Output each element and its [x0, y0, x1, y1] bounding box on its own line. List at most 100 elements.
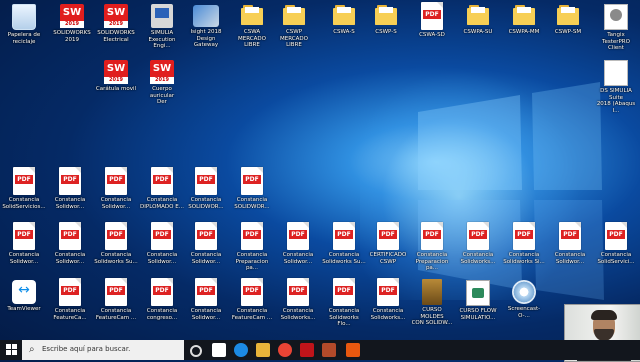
search-placeholder: Escribe aquí para buscar. — [42, 345, 131, 353]
desktop-icon[interactable]: PDF Constancia Solidworks Su... — [322, 222, 366, 265]
desktop-icon[interactable]: PDF Constancia DIPLOMADO E... — [140, 167, 184, 210]
desktop-icon-label: Constancia Solidwor... — [190, 252, 222, 265]
desktop-icon[interactable]: SIMULIA Execution Engi... — [140, 2, 184, 50]
desktop-icon-label: CURSO FLOW SIMULATIO... — [459, 308, 497, 321]
desktop-icon[interactable]: PDF Constancia Solidwor... — [48, 222, 92, 265]
desktop-icon[interactable]: DS SIMULIA Suite 2018 (Abaqus I... — [594, 58, 638, 114]
desktop-icon[interactable]: PDF Constancia Solidwor... — [140, 222, 184, 265]
pdf-file-icon: PDF — [59, 167, 81, 195]
desktop-icon-label: SIMULIA Execution Engi... — [148, 30, 176, 49]
desktop-icon-label: CSWA MERCADO LIBRE — [238, 29, 266, 48]
sw-logo-text: SW — [106, 63, 126, 74]
pdf-file-icon: PDF — [513, 222, 535, 250]
desktop-icon[interactable]: CURSO FLOW SIMULATIO... — [456, 278, 500, 321]
pdf-tag: PDF — [197, 286, 215, 295]
desktop-icon[interactable]: PDF Constancia congreso... — [140, 278, 184, 321]
desktop-icon-label: Constancia DIPLOMADO E... — [140, 197, 184, 210]
app-taskbar-icon[interactable] — [322, 343, 336, 357]
desktop-icon[interactable]: Isight 2018 Design Gateway — [184, 2, 228, 49]
desktop-icon[interactable]: SW 2019 Cuerpo auricular Der — [140, 58, 184, 106]
desktop-icon[interactable]: PDF Constancia Solidworks... — [456, 222, 500, 265]
desktop-icon[interactable]: PDF Constancia SOLIDWOR... — [230, 167, 274, 210]
desktop-icon[interactable]: PDF Constancia FeatureCa... — [48, 278, 92, 321]
desktop-icon[interactable]: PDF Constancia Solidwor... — [184, 278, 228, 321]
edge-icon[interactable] — [234, 343, 248, 357]
pdf-file-icon: PDF — [241, 167, 263, 195]
desktop-icon[interactable]: Screencast-O-... — [502, 278, 546, 319]
chrome-icon[interactable] — [278, 343, 292, 357]
desktop-icon[interactable]: PDF Constancia Solidworks Su... — [94, 222, 138, 265]
desktop-icon[interactable]: PDF Constancia FeatureCam ... — [230, 278, 274, 321]
desktop-icon-label: Constancia SolidServicios... — [2, 197, 46, 210]
pdf-file-icon: PDF — [377, 222, 399, 250]
pdf-tag: PDF — [379, 286, 397, 295]
desktop-icon[interactable]: PDF Constancia SolidServici... — [594, 222, 638, 265]
desktop-icon[interactable]: PDF Constancia SOLIDWOR... — [184, 167, 228, 210]
desktop-icon[interactable]: PDF Constancia Solidworks... — [276, 278, 320, 321]
pdf-file-icon: PDF — [377, 278, 399, 306]
desktop-icon[interactable]: PDF Constancia Solidworks Flo... — [322, 278, 366, 328]
desktop-icon[interactable]: PDF Constancia Preparacion pa... — [410, 222, 454, 272]
desktop-icon-label: Constancia Solidwor... — [190, 308, 222, 321]
desktop-icon[interactable]: TeamViewer — [2, 278, 46, 313]
desktop-icon[interactable]: PDF Constancia Solidworks... — [366, 278, 410, 321]
desktop-icon-label: Constancia Solidworks... — [370, 308, 406, 321]
pdf-tag: PDF — [243, 286, 261, 295]
file-explorer-icon[interactable] — [256, 343, 270, 357]
tangix-icon — [604, 4, 628, 30]
pdf-file-icon: PDF — [333, 222, 355, 250]
desktop-icon[interactable]: CSWA MERCADO LIBRE — [230, 2, 274, 49]
desktop-icon[interactable]: CSWPA-MM — [502, 2, 546, 36]
pdf-tag: PDF — [335, 230, 353, 239]
folder-icon — [467, 5, 489, 27]
search-box[interactable]: ⌕ Escribe aquí para buscar. — [22, 340, 184, 360]
desktop-icon[interactable]: CSWP-S — [364, 2, 408, 36]
desktop-icon[interactable]: SW 2019 SOLIDWORKS Electrical — [94, 2, 138, 43]
desktop-icon[interactable]: PDF Constancia Solidwor... — [48, 167, 92, 210]
desktop-icon[interactable]: PDF Constancia FeatureCam ... — [94, 278, 138, 321]
start-button[interactable] — [0, 340, 22, 360]
desktop-icon-label: Constancia FeatureCa... — [53, 308, 87, 321]
desktop-icon[interactable]: CSWPA-SU — [456, 2, 500, 36]
desktop-icon[interactable]: Papelera de reciclaje — [2, 2, 46, 45]
desktop-icon-label: Constancia FeatureCam ... — [231, 308, 273, 321]
desktop-icon[interactable]: PDF Constancia SolidServicios... — [2, 167, 46, 210]
desktop-icon[interactable]: PDF Constancia Solidworks Si... — [502, 222, 546, 265]
desktop-icon[interactable]: PDF CSWA-SD — [410, 2, 454, 39]
solidworks-taskbar-icon[interactable] — [300, 343, 314, 357]
pdf-tag: PDF — [61, 175, 79, 184]
desktop-icon[interactable]: PDF Constancia Solidwor... — [94, 167, 138, 210]
desktop-icon-label: Constancia Preparacion pa... — [415, 252, 449, 271]
desktop-icon[interactable]: PDF Constancia Solidwor... — [184, 222, 228, 265]
desktop-icon[interactable]: PDF Constancia Solidwor... — [548, 222, 592, 265]
task-view-icon[interactable] — [190, 345, 202, 357]
desktop-icon-label: Constancia Solidworks Su... — [322, 252, 366, 265]
desktop-icon-label: SOLIDWORKS Electrical — [97, 30, 135, 43]
desktop-icon-label: CSWP-S — [375, 29, 397, 35]
desktop-icon[interactable]: PDF Constancia Solidwor... — [2, 222, 46, 265]
pdf-tag: PDF — [243, 175, 261, 184]
desktop-icon-label: CSWP-SM — [554, 29, 582, 35]
pdf-tag: PDF — [515, 230, 533, 239]
desktop-icon[interactable]: Tangix TesterPRO Client — [594, 2, 638, 52]
desktop-icon[interactable]: PDF CERTIFICADO CSWP — [366, 222, 410, 265]
desktop-icon-label: Constancia Solidwor... — [8, 252, 40, 265]
desktop-icon[interactable]: PDF Constancia Preparacion pa... — [230, 222, 274, 272]
pdf-tag: PDF — [153, 230, 171, 239]
desktop-icon[interactable]: CSWA-S — [322, 2, 366, 36]
task-view-button[interactable] — [212, 343, 226, 357]
pdf-tag: PDF — [423, 10, 441, 19]
desktop-icon[interactable]: SW 2019 Carátula movil — [94, 58, 138, 93]
desktop-icon[interactable]: PDF Constancia Solidwor... — [276, 222, 320, 265]
pdf-file-icon: PDF — [421, 2, 443, 30]
desktop-icon[interactable]: CURSO MOLDES CON SOLIDW... — [410, 278, 454, 327]
pdf-tag: PDF — [15, 175, 33, 184]
desktop-icon[interactable]: SW 2019 SOLIDWORKS 2019 — [50, 2, 94, 43]
sw-year: 2019 — [60, 21, 84, 28]
solidworks-icon: SW 2019 — [104, 4, 128, 28]
pdf-file-icon: PDF — [59, 222, 81, 250]
active-app-icon[interactable] — [346, 343, 360, 357]
desktop-icon[interactable]: CSWP MERCADO LIBRE — [272, 2, 316, 49]
pdf-file-icon: PDF — [151, 167, 173, 195]
desktop-icon[interactable]: CSWP-SM — [546, 2, 590, 36]
